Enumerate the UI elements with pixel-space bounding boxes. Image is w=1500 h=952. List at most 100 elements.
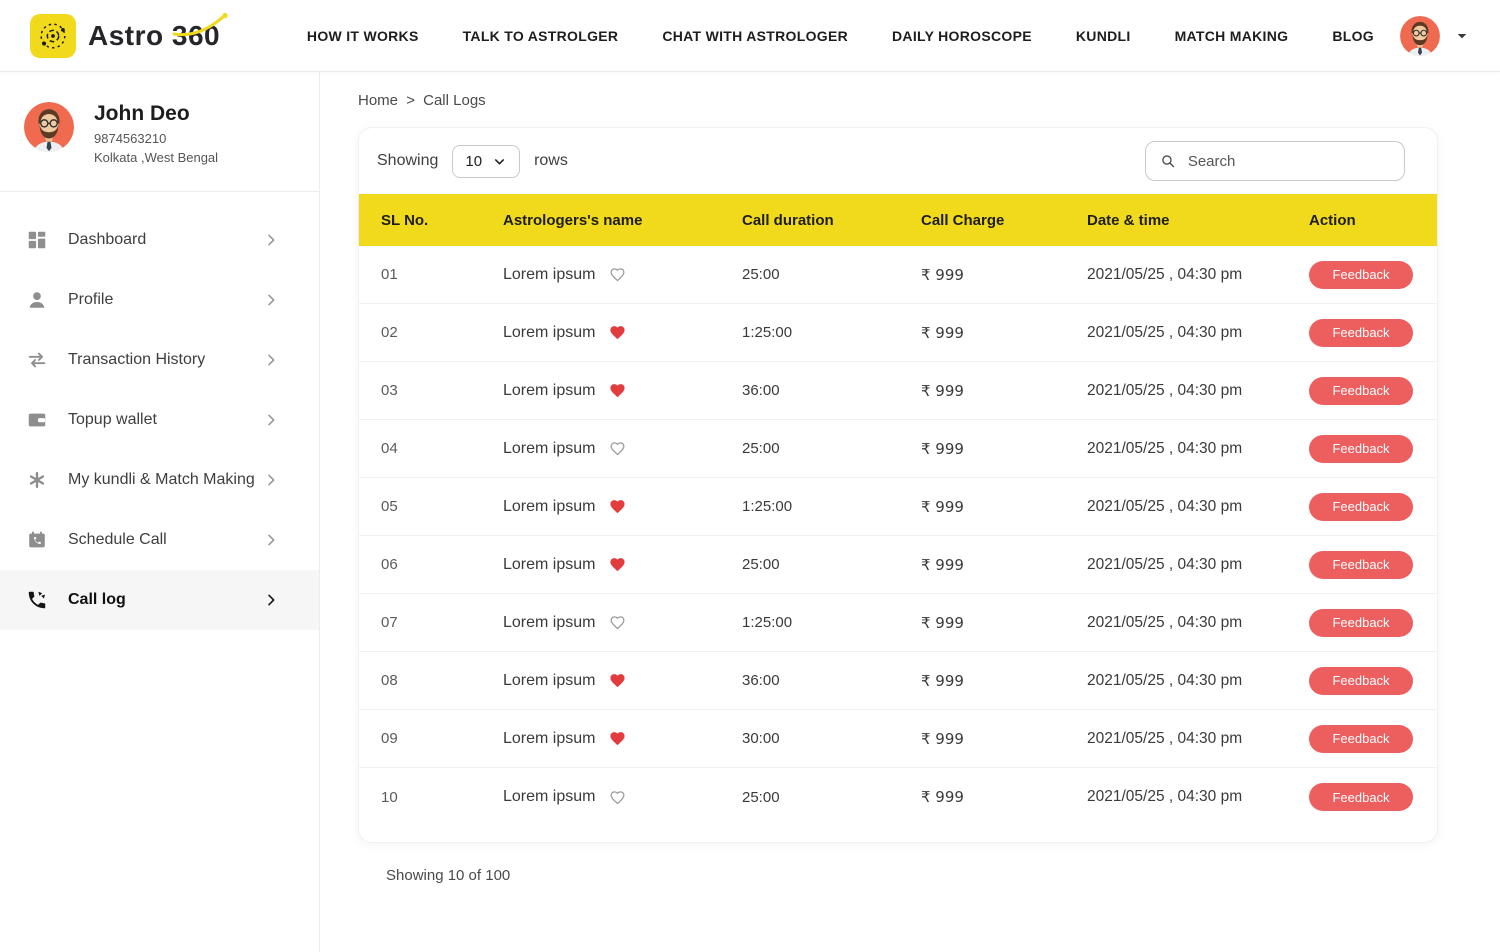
heart-filled-icon[interactable] (609, 324, 626, 341)
heart-filled-icon (609, 730, 626, 747)
cell-call-duration: 36:00 (742, 382, 921, 399)
feedback-button[interactable]: Feedback (1309, 493, 1413, 521)
sidebar-menu: Dashboard Profile Transaction History To… (0, 192, 319, 630)
cell-call-duration: 1:25:00 (742, 324, 921, 341)
cell-date-time: 2021/05/25 , 04:30 pm (1087, 556, 1309, 574)
heart-filled-icon[interactable] (609, 672, 626, 689)
cell-astrologer-name: Lorem ipsum (503, 440, 595, 458)
sidebar-profile: John Deo 9874563210 Kolkata ,West Bengal (0, 72, 319, 192)
sidebar-item-label: Transaction History (68, 351, 263, 369)
heart-outline-icon[interactable] (609, 614, 626, 631)
nav-item-daily-horoscope[interactable]: DAILY HOROSCOPE (892, 28, 1032, 44)
cell-date-time: 2021/05/25 , 04:30 pm (1087, 614, 1309, 632)
breadcrumb-current: Call Logs (423, 92, 486, 109)
nav-user-area (1400, 16, 1470, 56)
cell-call-charge: ₹ 999 (921, 498, 1087, 516)
dashboard-grid-icon (26, 229, 48, 251)
heart-outline-icon (609, 789, 626, 806)
heart-filled-icon[interactable] (609, 382, 626, 399)
sidebar-item-transaction-history[interactable]: Transaction History (0, 330, 319, 390)
breadcrumb: Home > Call Logs (358, 92, 1440, 109)
nav-item-chat-with-astrologer[interactable]: CHAT WITH ASTROLOGER (662, 28, 848, 44)
heart-filled-icon (609, 382, 626, 399)
table-row: 05 Lorem ipsum 1:25:00 ₹ 999 2021/05/25 … (359, 478, 1437, 536)
heart-outline-icon[interactable] (609, 789, 626, 806)
sidebar-item-topup-wallet[interactable]: Topup wallet (0, 390, 319, 450)
cell-call-duration: 30:00 (742, 730, 921, 747)
heart-filled-icon (609, 498, 626, 515)
cell-astrologer-name: Lorem ipsum (503, 730, 595, 748)
feedback-button[interactable]: Feedback (1309, 551, 1413, 579)
sidebar-item-dashboard[interactable]: Dashboard (0, 210, 319, 270)
rows-per-page-select[interactable]: 10 (452, 145, 520, 178)
swap-arrows-icon (26, 349, 48, 371)
cell-sl-no: 04 (381, 440, 503, 457)
rows-per-page-value: 10 (465, 153, 482, 170)
column-header-sl-no: SL No. (381, 212, 503, 229)
sidebar-item-call-log[interactable]: Call log (0, 570, 319, 630)
sidebar-item-label: My kundli & Match Making (68, 471, 263, 489)
cell-call-charge: ₹ 999 (921, 324, 1087, 342)
sidebar-item-label: Schedule Call (68, 531, 263, 549)
profile-phone: 9874563210 (94, 131, 218, 146)
cell-call-duration: 25:00 (742, 440, 921, 457)
nav-item-how-it-works[interactable]: HOW IT WORKS (307, 28, 419, 44)
cell-sl-no: 05 (381, 498, 503, 515)
table-footer: Showing 10 of 100 (358, 867, 1438, 884)
heart-filled-icon[interactable] (609, 556, 626, 573)
cell-call-charge: ₹ 999 (921, 672, 1087, 690)
table-toolbar: Showing 10 rows (359, 128, 1437, 194)
sidebar-item-profile[interactable]: Profile (0, 270, 319, 330)
feedback-button[interactable]: Feedback (1309, 609, 1413, 637)
heart-outline-icon[interactable] (609, 440, 626, 457)
sidebar-item-label: Call log (68, 591, 263, 609)
feedback-button[interactable]: Feedback (1309, 783, 1413, 811)
heart-filled-icon[interactable] (609, 498, 626, 515)
cell-date-time: 2021/05/25 , 04:30 pm (1087, 730, 1309, 748)
sidebar-item-label: Profile (68, 291, 263, 309)
cell-call-charge: ₹ 999 (921, 382, 1087, 400)
cell-call-duration: 36:00 (742, 672, 921, 689)
feedback-button[interactable]: Feedback (1309, 319, 1413, 347)
column-header-call-duration: Call duration (742, 212, 921, 229)
cell-call-duration: 1:25:00 (742, 614, 921, 631)
search-box (1145, 141, 1405, 181)
nav-item-kundli[interactable]: KUNDLI (1076, 28, 1131, 44)
cell-date-time: 2021/05/25 , 04:30 pm (1087, 266, 1309, 284)
sidebar-item-schedule-call[interactable]: Schedule Call (0, 510, 319, 570)
column-header-action: Action (1309, 212, 1415, 229)
chevron-down-icon (492, 154, 507, 169)
feedback-button[interactable]: Feedback (1309, 377, 1413, 405)
brand-logo[interactable]: Astro 360 (30, 14, 220, 58)
cell-astrologer-name: Lorem ipsum (503, 788, 595, 806)
user-avatar[interactable] (1400, 16, 1440, 56)
nav-item-talk-to-astrolger[interactable]: TALK TO ASTROLGER (463, 28, 619, 44)
feedback-button[interactable]: Feedback (1309, 261, 1413, 289)
search-input[interactable] (1188, 153, 1390, 170)
profile-name: John Deo (94, 102, 218, 126)
cell-astrologer-name: Lorem ipsum (503, 266, 595, 284)
heart-filled-icon (609, 324, 626, 341)
feedback-button[interactable]: Feedback (1309, 667, 1413, 695)
orbit-logo-icon (30, 14, 76, 58)
chevron-right-icon (263, 532, 279, 548)
cell-date-time: 2021/05/25 , 04:30 pm (1087, 788, 1309, 806)
table-row: 02 Lorem ipsum 1:25:00 ₹ 999 2021/05/25 … (359, 304, 1437, 362)
heart-filled-icon (609, 672, 626, 689)
feedback-button[interactable]: Feedback (1309, 435, 1413, 463)
sidebar-item-my-kundli-match-making[interactable]: My kundli & Match Making (0, 450, 319, 510)
column-header-call-charge: Call Charge (921, 212, 1087, 229)
cell-sl-no: 02 (381, 324, 503, 341)
heart-outline-icon[interactable] (609, 266, 626, 283)
nav-item-blog[interactable]: BLOG (1332, 28, 1374, 44)
feedback-button[interactable]: Feedback (1309, 725, 1413, 753)
cell-call-duration: 25:00 (742, 266, 921, 283)
heart-filled-icon[interactable] (609, 730, 626, 747)
sidebar: John Deo 9874563210 Kolkata ,West Bengal… (0, 72, 320, 952)
table-header-row: SL No.Astrologers's nameCall durationCal… (359, 194, 1437, 246)
person-icon (26, 289, 48, 311)
breadcrumb-home-link[interactable]: Home (358, 92, 398, 109)
sidebar-item-label: Topup wallet (68, 411, 263, 429)
nav-item-match-making[interactable]: MATCH MAKING (1175, 28, 1289, 44)
chevron-down-icon[interactable] (1454, 28, 1470, 44)
